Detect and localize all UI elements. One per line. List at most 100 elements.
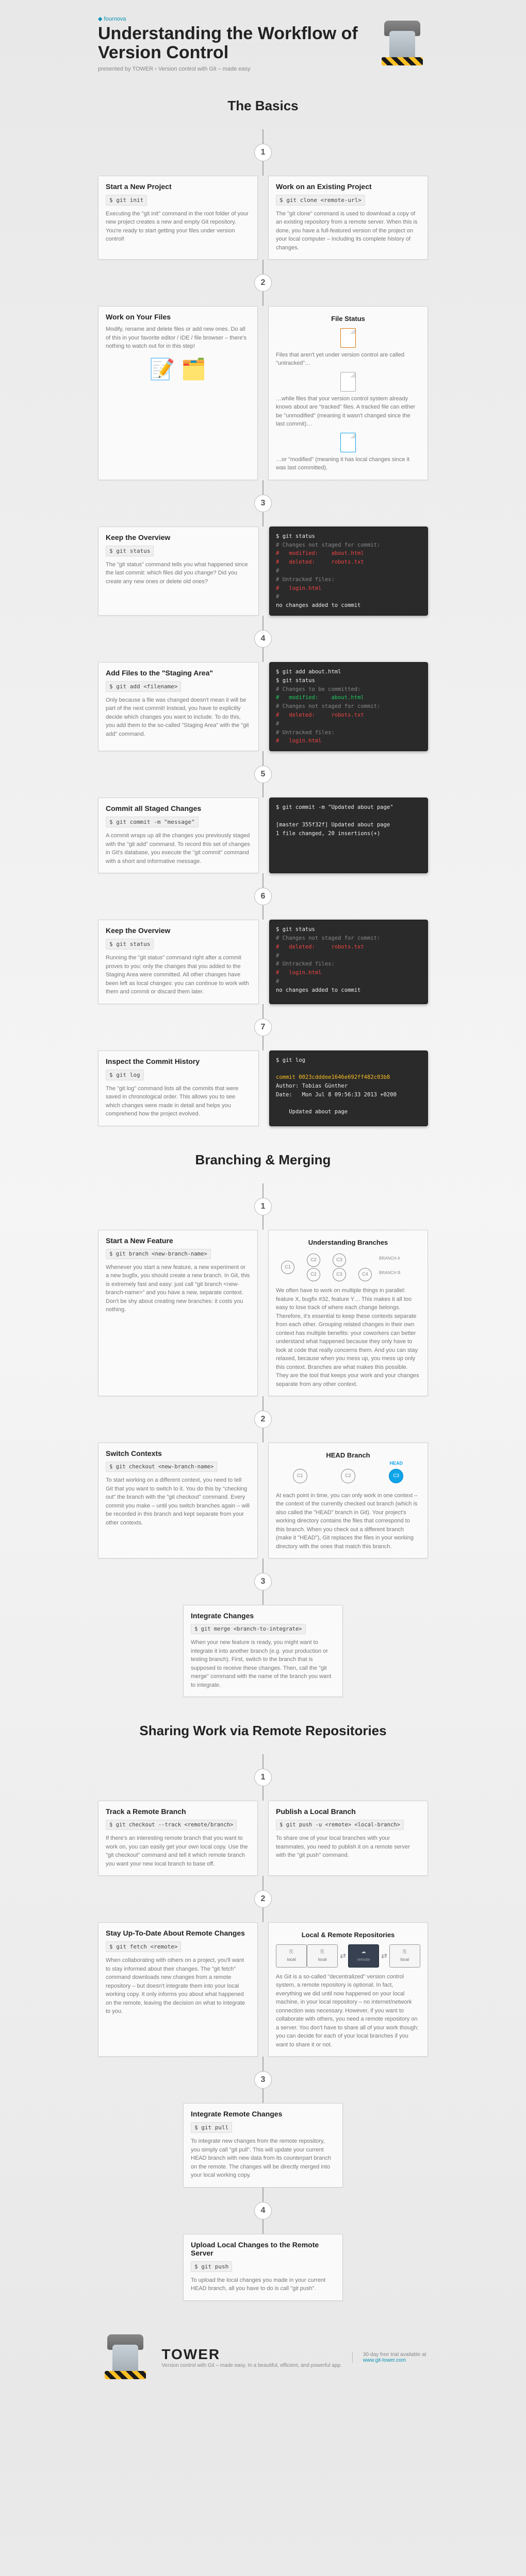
step-number: 7: [254, 1019, 272, 1036]
card-title: Work on Your Files: [106, 313, 250, 321]
card-desc: When your new feature is ready, you migh…: [191, 1638, 335, 1689]
understanding-branches-info: Understanding Branches C1 C2 C3 C2 C3 C4…: [268, 1230, 428, 1397]
card-title: Inspect the Commit History: [106, 1057, 251, 1065]
command: $ git checkout --track <remote/branch>: [106, 1820, 237, 1830]
branching-step-1: Start a New Feature $ git branch <new-br…: [98, 1230, 428, 1397]
basics-step-5: Commit all Staged Changes $ git commit -…: [98, 798, 428, 873]
card-title: Switch Contexts: [106, 1449, 250, 1458]
local-remote-info: Local & Remote Repositories ⎘local ⎘loca…: [268, 1922, 428, 2057]
info-text: …or "modified" (meaning it has local cha…: [276, 455, 420, 472]
card-desc: When collaborating with others on a proj…: [106, 1956, 250, 2016]
tower-footer-icon: [100, 2332, 151, 2383]
terminal-output: $ git status# Changes not staged for com…: [269, 527, 428, 616]
command: $ git commit -m "message": [106, 817, 199, 827]
step-number: 4: [254, 630, 272, 648]
command: $ git add <filename>: [106, 681, 181, 692]
info-text: …while files that your version control s…: [276, 395, 420, 429]
command: $ git log: [106, 1070, 144, 1080]
head-diagram-illustration: C1 C2 HEADC3: [276, 1465, 420, 1487]
terminal-output: $ git status# Changes not staged for com…: [269, 920, 428, 1004]
card-desc: To share one of your local branches with…: [276, 1834, 420, 1860]
command: $ git status: [106, 939, 154, 950]
step-number: 1: [254, 1769, 272, 1786]
terminal-output: $ git add about.html$ git status# Change…: [269, 662, 428, 751]
card-title: Work on an Existing Project: [276, 182, 420, 191]
basics-step-4: Add Files to the "Staging Area" $ git ad…: [98, 662, 428, 751]
card-desc: Whenever you start a new feature, a new …: [106, 1263, 250, 1314]
info-text: Files that aren't yet under version cont…: [276, 351, 420, 368]
step-number: 1: [254, 1198, 272, 1215]
brand-tagline: Version control with Git – made easy. In…: [161, 2363, 341, 2368]
card-title: Stay Up-To-Date About Remote Changes: [106, 1929, 250, 1937]
command: $ git pull: [191, 2122, 232, 2133]
basics-step-2: Work on Your Files Modify, rename and de…: [98, 306, 428, 480]
head-branch-info: HEAD Branch C1 C2 HEADC3 At each point i…: [268, 1443, 428, 1558]
brand-logo: fournova: [98, 15, 366, 22]
brand-name: TOWER: [161, 2346, 341, 2363]
sharing-step-2: Stay Up-To-Date About Remote Changes $ g…: [98, 1922, 428, 2057]
file-tracked-icon: [340, 372, 356, 392]
step-number: 1: [254, 144, 272, 161]
step-number: 2: [254, 274, 272, 292]
trial-link[interactable]: www.git-tower.com: [363, 2358, 426, 2363]
section-basics-heading: The Basics: [98, 98, 428, 114]
card-desc: Only because a file was changed doesn't …: [106, 696, 251, 739]
card-desc: To integrate new changes from the remote…: [191, 2137, 335, 2180]
terminal-output: $ git log commit 0023cdddee1646e692ff482…: [269, 1050, 428, 1126]
tower-hero-icon: [376, 18, 428, 70]
info-title: HEAD Branch: [276, 1450, 420, 1461]
step-number: 5: [254, 766, 272, 783]
card-title: Add Files to the "Staging Area": [106, 669, 251, 677]
footer-promo: TOWER Version control with Git – made ea…: [98, 2332, 428, 2383]
card-title: Upload Local Changes to the Remote Serve…: [191, 2241, 335, 2257]
section-branching-heading: Branching & Merging: [98, 1152, 428, 1168]
card-title: Commit all Staged Changes: [106, 804, 251, 812]
step-number: 3: [254, 2071, 272, 2089]
command: $ git push: [191, 2261, 232, 2272]
card-title: Integrate Remote Changes: [191, 2110, 335, 2118]
basics-step-1: Start a New Project $ git init Executing…: [98, 176, 428, 260]
command: $ git checkout <new-branch-name>: [106, 1462, 217, 1472]
file-untracked-icon: [340, 328, 356, 348]
card-title: Publish a Local Branch: [276, 1807, 420, 1816]
command: $ git clone <remote-url>: [276, 195, 365, 206]
card-desc: The "git clone" command is used to downl…: [276, 210, 420, 252]
card-title: Keep the Overview: [106, 533, 251, 541]
command: $ git fetch <remote>: [106, 1941, 181, 1952]
sharing-step-3: Integrate Remote Changes $ git pull To i…: [98, 2103, 428, 2188]
trial-info: 30-day free trial available at www.git-t…: [352, 2352, 426, 2363]
section-sharing-heading: Sharing Work via Remote Repositories: [98, 1723, 428, 1739]
step-number: 3: [254, 1573, 272, 1590]
info-title: File Status: [276, 314, 420, 324]
card-title: Integrate Changes: [191, 1612, 335, 1620]
card-desc: The "git status" command tells you what …: [106, 561, 251, 586]
info-text: As Git is a so-called "decentralized" ve…: [276, 1973, 420, 2049]
basics-step-3: Keep the Overview $ git status The "git …: [98, 527, 428, 616]
card-desc: Modify, rename and delete files or add n…: [106, 325, 250, 351]
step-number: 4: [254, 2202, 272, 2219]
local-remote-illustration: ⎘local ⎘local ⇄ ☁remote ⇄ ⎘local: [276, 1944, 420, 1968]
page-title: Understanding the Workflow of Version Co…: [98, 24, 366, 63]
info-title: Local & Remote Repositories: [276, 1930, 420, 1940]
basics-step-6: Keep the Overview $ git status Running t…: [98, 920, 428, 1004]
step-number: 2: [254, 1890, 272, 1908]
step-number: 2: [254, 1411, 272, 1428]
card-desc: If there's an interesting remote branch …: [106, 1834, 250, 1868]
step-number: 3: [254, 495, 272, 512]
sharing-step-1: Track a Remote Branch $ git checkout --t…: [98, 1801, 428, 1876]
info-text: We often have to work on multiple things…: [276, 1286, 420, 1388]
branch-diagram-illustration: C1 C2 C3 C2 C3 C4 BRANCH A BRANCH B: [276, 1251, 420, 1282]
card-desc: The "git log" command lists all the comm…: [106, 1084, 251, 1118]
card-desc: To upload the local changes you made in …: [191, 2276, 335, 2293]
editor-illustration: 📝 🗂️: [106, 351, 250, 387]
card-title: Keep the Overview: [106, 926, 251, 935]
card-desc: Running the "git status" command right a…: [106, 954, 251, 996]
card-desc: A commit wraps up all the changes you pr…: [106, 832, 251, 866]
card-title: Track a Remote Branch: [106, 1807, 250, 1816]
command: $ git status: [106, 546, 154, 556]
card-title: Start a New Project: [106, 182, 250, 191]
command: $ git merge <branch-to-integrate>: [191, 1624, 306, 1634]
command: $ git branch <new-branch-name>: [106, 1249, 211, 1259]
sharing-step-4: Upload Local Changes to the Remote Serve…: [98, 2234, 428, 2301]
card-title: Start a New Feature: [106, 1236, 250, 1245]
